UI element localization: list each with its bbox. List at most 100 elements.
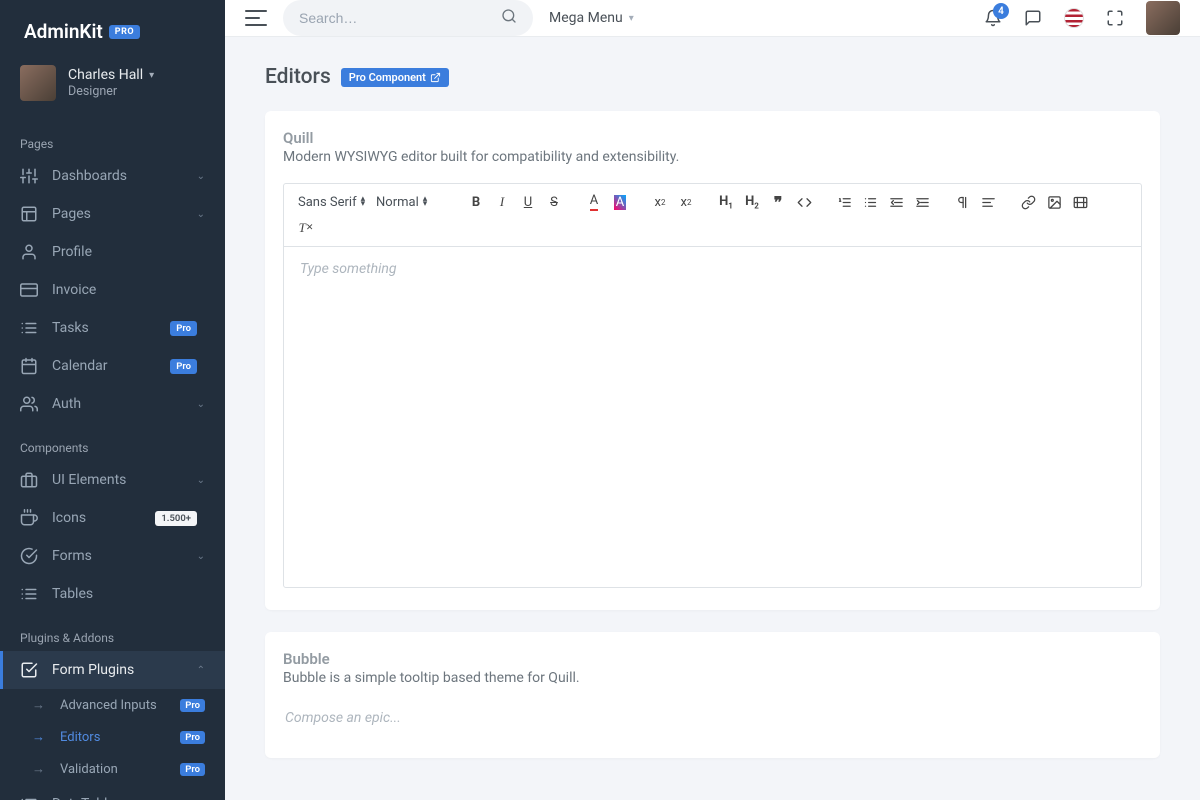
sidebar-item-label: Profile bbox=[52, 244, 205, 260]
sidebar-sub-label: Editors bbox=[60, 730, 180, 745]
sidebar: AdminKit PRO Charles Hall ▾ Designer Pag… bbox=[0, 0, 225, 800]
notifications-button[interactable]: 4 bbox=[984, 9, 1002, 27]
bullet-list-button[interactable] bbox=[858, 190, 882, 214]
link-button[interactable] bbox=[1016, 190, 1040, 214]
indent-button[interactable] bbox=[910, 190, 934, 214]
sidebar-item-profile[interactable]: Profile bbox=[0, 233, 225, 271]
sidebar-item-icons[interactable]: Icons 1.500+ bbox=[0, 499, 225, 537]
brand-badge: PRO bbox=[109, 25, 140, 39]
maximize-button[interactable] bbox=[1106, 9, 1124, 27]
card-description: Bubble is a simple tooltip based theme f… bbox=[283, 670, 1142, 686]
credit-card-icon bbox=[20, 281, 38, 299]
sidebar-item-tables[interactable]: Tables bbox=[0, 575, 225, 613]
sidebar-item-label: Icons bbox=[52, 510, 155, 526]
editor-toolbar: Sans Serif ▴▾ Normal ▴▾ B I U bbox=[284, 184, 1141, 247]
list-icon bbox=[20, 795, 38, 800]
search-input[interactable] bbox=[299, 10, 501, 26]
sidebar-sub-validation[interactable]: → Validation Pro bbox=[0, 753, 225, 785]
chevron-down-icon: ⌄ bbox=[197, 399, 205, 410]
editor-content-area[interactable]: Type something bbox=[284, 247, 1141, 587]
italic-button[interactable]: I bbox=[490, 190, 514, 214]
arrow-right-icon: → bbox=[32, 729, 50, 745]
arrow-right-icon: → bbox=[32, 697, 50, 713]
notification-count-badge: 4 bbox=[993, 3, 1009, 19]
topbar: Mega Menu ▾ 4 bbox=[225, 0, 1200, 37]
sidebar-sub-label: Advanced Inputs bbox=[60, 698, 180, 713]
sidebar-item-forms[interactable]: Forms ⌄ bbox=[0, 537, 225, 575]
outdent-button[interactable] bbox=[884, 190, 908, 214]
messages-button[interactable] bbox=[1024, 9, 1042, 27]
user-icon bbox=[20, 243, 38, 261]
coffee-icon bbox=[20, 509, 38, 527]
strike-button[interactable]: S bbox=[542, 190, 566, 214]
layout-icon bbox=[20, 205, 38, 223]
font-select[interactable]: Sans Serif ▴▾ bbox=[294, 193, 370, 212]
image-button[interactable] bbox=[1042, 190, 1066, 214]
sidebar-item-ui-elements[interactable]: UI Elements ⌄ bbox=[0, 461, 225, 499]
sidebar-item-tasks[interactable]: Tasks Pro bbox=[0, 309, 225, 347]
bold-button[interactable]: B bbox=[464, 190, 488, 214]
users-icon bbox=[20, 395, 38, 413]
sidebar-sub-advanced-inputs[interactable]: → Advanced Inputs Pro bbox=[0, 689, 225, 721]
sidebar-item-form-plugins[interactable]: Form Plugins ⌃ bbox=[0, 651, 225, 689]
brand[interactable]: AdminKit PRO bbox=[0, 0, 225, 59]
code-block-button[interactable] bbox=[792, 190, 816, 214]
heading1-button[interactable]: H1 bbox=[714, 190, 738, 214]
direction-button[interactable] bbox=[950, 190, 974, 214]
underline-button[interactable]: U bbox=[516, 190, 540, 214]
sort-icon: ▴▾ bbox=[423, 197, 428, 207]
sidebar-sub-editors[interactable]: → Editors Pro bbox=[0, 721, 225, 753]
pro-badge: Pro bbox=[170, 359, 197, 374]
chevron-down-icon: ▾ bbox=[629, 13, 634, 24]
sidebar-item-label: DataTables bbox=[52, 796, 197, 800]
arrow-right-icon: → bbox=[32, 761, 50, 777]
sidebar-item-label: Auth bbox=[52, 396, 197, 412]
sidebar-item-dashboards[interactable]: Dashboards ⌄ bbox=[0, 157, 225, 195]
heading2-button[interactable]: H2 bbox=[740, 190, 764, 214]
bubble-editor-content[interactable]: Compose an epic... bbox=[283, 704, 1142, 736]
video-button[interactable] bbox=[1068, 190, 1092, 214]
user-name: Charles Hall bbox=[68, 67, 143, 83]
text-color-button[interactable]: A bbox=[582, 190, 606, 214]
ordered-list-button[interactable] bbox=[832, 190, 856, 214]
background-color-button[interactable]: A bbox=[608, 190, 632, 214]
calendar-icon bbox=[20, 357, 38, 375]
language-button[interactable] bbox=[1064, 8, 1084, 28]
quill-card: Quill Modern WYSIWYG editor built for co… bbox=[265, 111, 1160, 610]
size-select[interactable]: Normal ▴▾ bbox=[372, 193, 448, 212]
sidebar-item-pages[interactable]: Pages ⌄ bbox=[0, 195, 225, 233]
subscript-button[interactable]: x2 bbox=[648, 190, 672, 214]
chevron-down-icon: ⌄ bbox=[197, 171, 205, 182]
count-badge: 1.500+ bbox=[155, 511, 197, 526]
menu-toggle-icon[interactable] bbox=[245, 10, 267, 26]
sidebar-item-auth[interactable]: Auth ⌄ bbox=[0, 385, 225, 423]
list-icon bbox=[20, 319, 38, 337]
pro-badge: Pro bbox=[180, 699, 205, 712]
sidebar-item-label: Tasks bbox=[52, 320, 170, 336]
sidebar-item-label: UI Elements bbox=[52, 472, 197, 488]
sidebar-item-datatables[interactable]: DataTables ⌄ bbox=[0, 785, 225, 800]
chevron-down-icon: ⌄ bbox=[197, 551, 205, 562]
sidebar-item-label: Form Plugins bbox=[52, 662, 197, 678]
briefcase-icon bbox=[20, 471, 38, 489]
nav-section-header: Pages bbox=[0, 119, 225, 157]
card-title: Quill bbox=[283, 129, 1142, 147]
quill-editor: Sans Serif ▴▾ Normal ▴▾ B I U bbox=[283, 183, 1142, 588]
chevron-down-icon: ▾ bbox=[149, 70, 154, 81]
sidebar-item-label: Dashboards bbox=[52, 168, 197, 184]
pro-component-badge[interactable]: Pro Component bbox=[341, 68, 449, 87]
search-icon[interactable] bbox=[501, 8, 517, 28]
mega-menu-dropdown[interactable]: Mega Menu ▾ bbox=[549, 10, 634, 26]
superscript-button[interactable]: x2 bbox=[674, 190, 698, 214]
sidebar-item-calendar[interactable]: Calendar Pro bbox=[0, 347, 225, 385]
blockquote-button[interactable]: ❞ bbox=[766, 190, 790, 214]
avatar[interactable] bbox=[1146, 1, 1180, 35]
sidebar-item-invoice[interactable]: Invoice bbox=[0, 271, 225, 309]
search-box[interactable] bbox=[283, 0, 533, 36]
mega-menu-label: Mega Menu bbox=[549, 10, 623, 26]
clear-format-button[interactable]: T✕ bbox=[294, 216, 318, 240]
user-panel[interactable]: Charles Hall ▾ Designer bbox=[0, 59, 225, 119]
align-button[interactable] bbox=[976, 190, 1000, 214]
sort-icon: ▴▾ bbox=[361, 197, 366, 207]
brand-name: AdminKit bbox=[24, 20, 103, 43]
